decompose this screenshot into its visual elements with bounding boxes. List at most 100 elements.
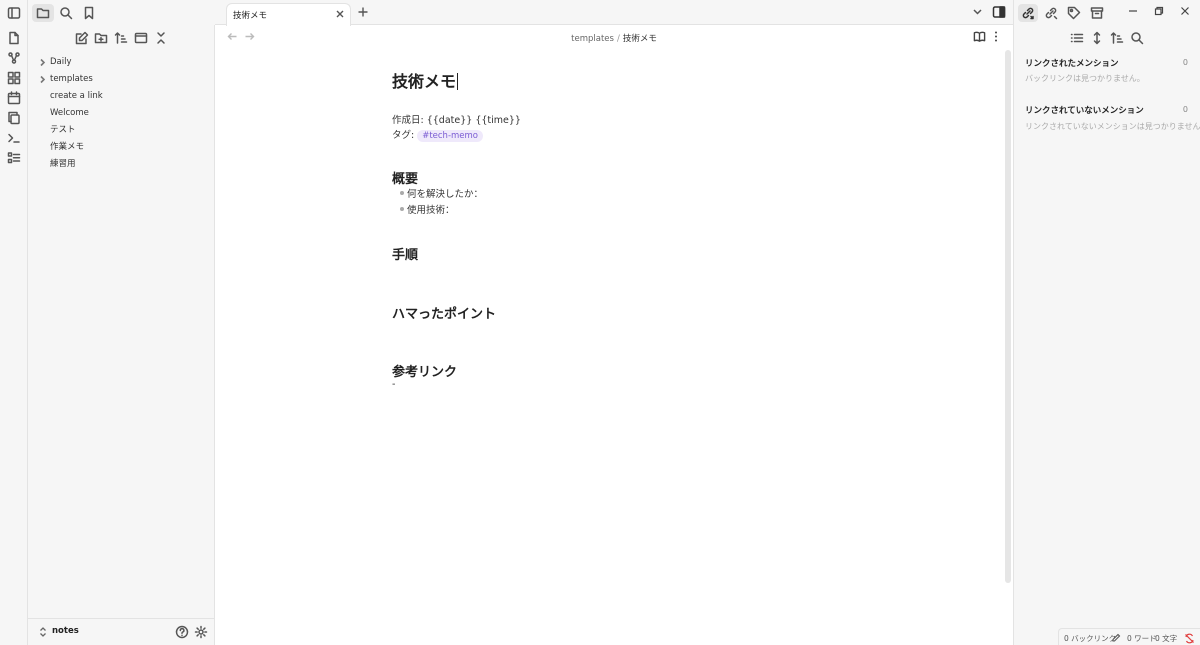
sort-icon[interactable]	[114, 31, 128, 45]
explorer-actions	[28, 31, 215, 47]
list-item-text: 何を解決したか：	[407, 189, 484, 200]
new-tab-plus-icon[interactable]	[357, 6, 370, 19]
list-view-icon[interactable]	[1070, 31, 1084, 45]
breadcrumb-separator: /	[616, 34, 620, 44]
file-item[interactable]: create a link	[28, 88, 215, 105]
more-options-icon[interactable]	[991, 30, 1001, 43]
tree-item-label: templates	[50, 74, 93, 84]
editor-scrollbar[interactable]	[1005, 50, 1011, 583]
sort-icon[interactable]	[1110, 31, 1124, 45]
unlinked-mentions-empty: リンクされていないメンションは見つかりません。	[1025, 122, 1200, 131]
restore-icon[interactable]	[1154, 6, 1166, 18]
close-icon[interactable]	[335, 9, 346, 20]
chevron-down-icon[interactable]	[972, 6, 984, 18]
note-title-text: 技術メモ	[392, 72, 457, 91]
left-ribbon	[0, 0, 28, 645]
heading-steps: 手順	[392, 248, 419, 263]
linked-mentions-heading[interactable]: リンクされたメンション	[1025, 57, 1119, 69]
folder-icon[interactable]	[32, 4, 54, 22]
chevron-right-icon	[38, 58, 47, 67]
heading-pitfalls: ハマったポイント	[392, 307, 497, 322]
backlinks-icon[interactable]	[1018, 4, 1038, 22]
view-header: templates / 技術メモ	[215, 26, 1013, 48]
text-caret	[457, 73, 459, 90]
tab-bar: 技術メモ	[215, 0, 1013, 26]
breadcrumb: templates / 技術メモ	[215, 32, 1013, 44]
tree-item-label: 練習用	[50, 159, 76, 169]
references-text: -	[392, 379, 396, 390]
tag-label: タグ:	[392, 130, 415, 141]
unlinked-mentions-count: 0	[1182, 105, 1188, 114]
tree-item-label: テスト	[50, 125, 76, 135]
chevron-right-icon	[38, 75, 47, 84]
settings-gear-icon[interactable]	[194, 625, 208, 639]
unlinked-mentions-heading[interactable]: リンクされていないメンション	[1025, 104, 1144, 116]
outgoing-links-icon[interactable]	[1041, 4, 1061, 22]
minimize-icon[interactable]	[1128, 6, 1140, 18]
file-icon[interactable]	[7, 31, 21, 45]
folder-item-templates[interactable]: templates	[28, 71, 215, 88]
tree-item-label: create a link	[50, 91, 103, 101]
status-bar: 0 バックリンク 0 ワード 0 文字	[1058, 628, 1200, 645]
tag-pill[interactable]: #tech-memo	[417, 130, 484, 142]
chevron-updown-icon	[38, 626, 48, 638]
help-icon[interactable]	[175, 625, 189, 639]
created-date-line: 作成日: {{date}} {{time}}	[392, 115, 521, 126]
sync-error-icon[interactable]	[1184, 633, 1195, 644]
tag-line: タグ: #tech-memo	[392, 127, 484, 142]
graph-icon[interactable]	[7, 51, 21, 65]
file-item[interactable]: 作業メモ	[28, 139, 215, 156]
vault-switcher[interactable]: notes	[28, 618, 215, 645]
new-note-icon[interactable]	[75, 31, 89, 45]
tab-active[interactable]: 技術メモ	[226, 3, 351, 26]
right-sidebar-toggle-icon[interactable]	[992, 5, 1006, 19]
linked-mentions-count: 0	[1182, 58, 1188, 67]
tag-icon[interactable]	[1064, 4, 1084, 22]
status-backlinks[interactable]: 0 バックリンク	[1064, 633, 1116, 644]
linked-mentions-empty: バックリンクは見つかりません。	[1025, 74, 1145, 83]
editor[interactable]: 技術メモ 作成日: {{date}} {{time}} タグ: #tech-mem…	[215, 48, 1013, 645]
bullet-dot	[400, 191, 404, 195]
heading-references: 参考リンク	[392, 365, 458, 380]
archive-icon[interactable]	[1087, 4, 1107, 22]
collapse-all-icon[interactable]	[154, 31, 168, 45]
copy-icon[interactable]	[7, 111, 21, 125]
right-sidebar-header	[1013, 0, 1200, 25]
search-icon[interactable]	[1130, 31, 1144, 45]
status-words: 0 ワード	[1127, 634, 1157, 643]
file-item[interactable]: テスト	[28, 122, 215, 139]
backlinks-actions	[1014, 31, 1200, 47]
sidebar-toggle-icon[interactable]	[7, 6, 21, 20]
expand-vertical-icon[interactable]	[1090, 31, 1104, 45]
tab-title: 技術メモ	[233, 11, 268, 21]
bookmark-icon[interactable]	[78, 4, 100, 22]
close-window-icon[interactable]	[1180, 6, 1192, 18]
tree-item-label: Welcome	[50, 108, 89, 118]
bullet-dot	[400, 207, 404, 211]
backlinks-panel: リンクされたメンション 0 バックリンクは見つかりません。 リンクされていないメ…	[1013, 25, 1200, 645]
list-item-text: 使用技術：	[407, 205, 455, 216]
breadcrumb-folder[interactable]: templates	[571, 34, 614, 44]
terminal-icon[interactable]	[7, 131, 21, 145]
file-explorer: Daily templates create a link Welcome テス…	[28, 25, 215, 645]
collapse-view-icon[interactable]	[134, 31, 148, 45]
book-open-icon[interactable]	[973, 30, 986, 43]
search-icon[interactable]	[55, 4, 77, 22]
file-tree: Daily templates create a link Welcome テス…	[28, 54, 215, 173]
breadcrumb-current[interactable]: 技術メモ	[623, 34, 657, 44]
file-item[interactable]: Welcome	[28, 105, 215, 122]
status-chars: 0 文字	[1155, 634, 1178, 643]
folder-item-daily[interactable]: Daily	[28, 54, 215, 71]
pencil-icon[interactable]	[1111, 633, 1121, 643]
note-title[interactable]: 技術メモ	[392, 68, 459, 92]
tree-item-label: Daily	[50, 57, 72, 67]
vault-name: notes	[52, 626, 79, 636]
calendar-icon[interactable]	[7, 91, 21, 105]
sidebar-tab-header	[28, 0, 215, 25]
new-folder-icon[interactable]	[94, 31, 108, 45]
tree-item-label: 作業メモ	[50, 142, 85, 152]
canvas-icon[interactable]	[7, 71, 21, 85]
heading-overview: 概要	[392, 172, 419, 187]
list-icon[interactable]	[7, 151, 21, 165]
file-item[interactable]: 練習用	[28, 156, 215, 173]
